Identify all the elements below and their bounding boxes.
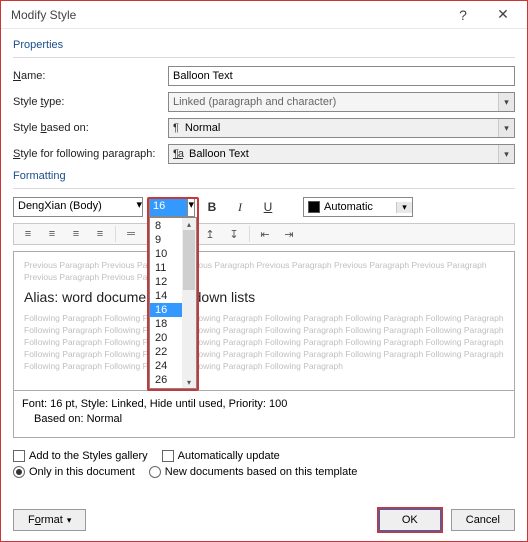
add-to-gallery-checkbox[interactable]: Add to the Styles gallery: [13, 450, 148, 462]
bold-button[interactable]: B: [201, 197, 223, 217]
close-icon: ✕: [497, 6, 509, 23]
titlebar: Modify Style ? ✕: [1, 1, 527, 29]
underline-button[interactable]: U: [257, 197, 279, 217]
font-size-option[interactable]: 12: [150, 275, 182, 289]
indent-dec-button[interactable]: ⇤: [253, 225, 277, 243]
indent-inc-button[interactable]: ⇥: [277, 225, 301, 243]
color-swatch-icon: [308, 201, 320, 213]
font-size-option[interactable]: 16: [150, 303, 182, 317]
based-on-combo[interactable]: Normal ▾: [168, 118, 515, 138]
style-info-box: Font: 16 pt, Style: Linked, Hide until u…: [13, 391, 515, 438]
auto-update-checkbox[interactable]: Automatically update: [162, 450, 280, 462]
following-combo[interactable]: Balloon Text ▾: [168, 144, 515, 164]
space-before-dec-button[interactable]: ↧: [222, 225, 246, 243]
paragraph-toolbar: ≡ ≡ ≡ ≡ ═ ═ ═ ↥ ↧ ⇤ ⇥: [13, 223, 515, 245]
align-justify-button[interactable]: ≡: [88, 225, 112, 243]
preview-sample-text: Alias: word document drop down lists: [24, 288, 504, 308]
font-name-combo[interactable]: DengXian (Body) ▾: [13, 197, 143, 217]
chevron-down-icon[interactable]: ▾: [498, 119, 514, 137]
ok-button[interactable]: OK: [379, 509, 441, 531]
format-button[interactable]: Format▾: [13, 509, 86, 531]
window-title: Modify Style: [11, 8, 76, 22]
paragraph-icon: [173, 122, 181, 134]
chevron-down-icon[interactable]: ▾: [187, 198, 194, 216]
font-size-option[interactable]: 9: [150, 233, 182, 247]
linked-style-icon: [173, 148, 185, 160]
divider: [13, 188, 515, 189]
scroll-down-icon[interactable]: ▾: [187, 376, 191, 388]
font-size-option[interactable]: 26: [150, 373, 182, 387]
checkbox-icon: [162, 450, 174, 462]
only-this-doc-radio[interactable]: Only in this document: [13, 466, 135, 478]
formatting-section-label: Formatting: [13, 170, 515, 182]
name-label: Name:: [13, 70, 168, 82]
chevron-down-icon: ▾: [498, 93, 514, 111]
radio-icon: [13, 466, 25, 478]
help-button[interactable]: ?: [443, 2, 483, 28]
font-size-option[interactable]: 22: [150, 345, 182, 359]
scrollbar[interactable]: ▴ ▾: [182, 218, 196, 388]
chevron-down-icon[interactable]: ▾: [136, 198, 142, 216]
font-size-option[interactable]: 14: [150, 289, 182, 303]
preview-previous: Previous Paragraph Previous Paragraph Pr…: [24, 260, 504, 284]
chevron-down-icon[interactable]: ▾: [498, 145, 514, 163]
help-icon: ?: [459, 7, 467, 23]
based-on-label: Style based on:: [13, 122, 168, 134]
style-preview: Previous Paragraph Previous Paragraph Pr…: [13, 251, 515, 391]
properties-section-label: Properties: [13, 39, 515, 51]
new-docs-radio[interactable]: New documents based on this template: [149, 466, 358, 478]
font-size-option[interactable]: 11: [150, 261, 182, 275]
info-line-2: Based on: Normal: [22, 412, 506, 427]
line-spacing-1-button[interactable]: ═: [119, 225, 143, 243]
font-size-option[interactable]: 20: [150, 331, 182, 345]
chevron-down-icon: ▾: [67, 515, 72, 526]
font-size-combo[interactable]: 16 ▾ 8910111214161820222426 ▴ ▾: [149, 197, 195, 217]
scroll-thumb[interactable]: [183, 230, 195, 290]
cancel-button[interactable]: Cancel: [451, 509, 515, 531]
following-label: Style for following paragraph:: [13, 148, 168, 160]
space-before-inc-button[interactable]: ↥: [198, 225, 222, 243]
font-size-option[interactable]: 24: [150, 359, 182, 373]
preview-following: Following Paragraph Following Paragraph …: [24, 313, 504, 372]
align-left-button[interactable]: ≡: [16, 225, 40, 243]
italic-button[interactable]: I: [229, 197, 251, 217]
align-center-button[interactable]: ≡: [40, 225, 64, 243]
font-size-option[interactable]: 18: [150, 317, 182, 331]
checkbox-icon: [13, 450, 25, 462]
chevron-down-icon[interactable]: ▾: [396, 202, 412, 213]
font-size-dropdown[interactable]: 8910111214161820222426 ▴ ▾: [149, 217, 197, 389]
font-color-combo[interactable]: Automatic ▾: [303, 197, 413, 217]
font-size-option[interactable]: 8: [150, 219, 182, 233]
close-button[interactable]: ✕: [483, 2, 523, 28]
info-line-1: Font: 16 pt, Style: Linked, Hide until u…: [22, 397, 506, 412]
style-type-combo: Linked (paragraph and character) ▾: [168, 92, 515, 112]
scroll-up-icon[interactable]: ▴: [187, 218, 191, 230]
align-right-button[interactable]: ≡: [64, 225, 88, 243]
divider: [13, 57, 515, 58]
style-type-label: Style type:: [13, 96, 168, 108]
font-size-option[interactable]: 10: [150, 247, 182, 261]
name-input[interactable]: [168, 66, 515, 86]
radio-icon: [149, 466, 161, 478]
